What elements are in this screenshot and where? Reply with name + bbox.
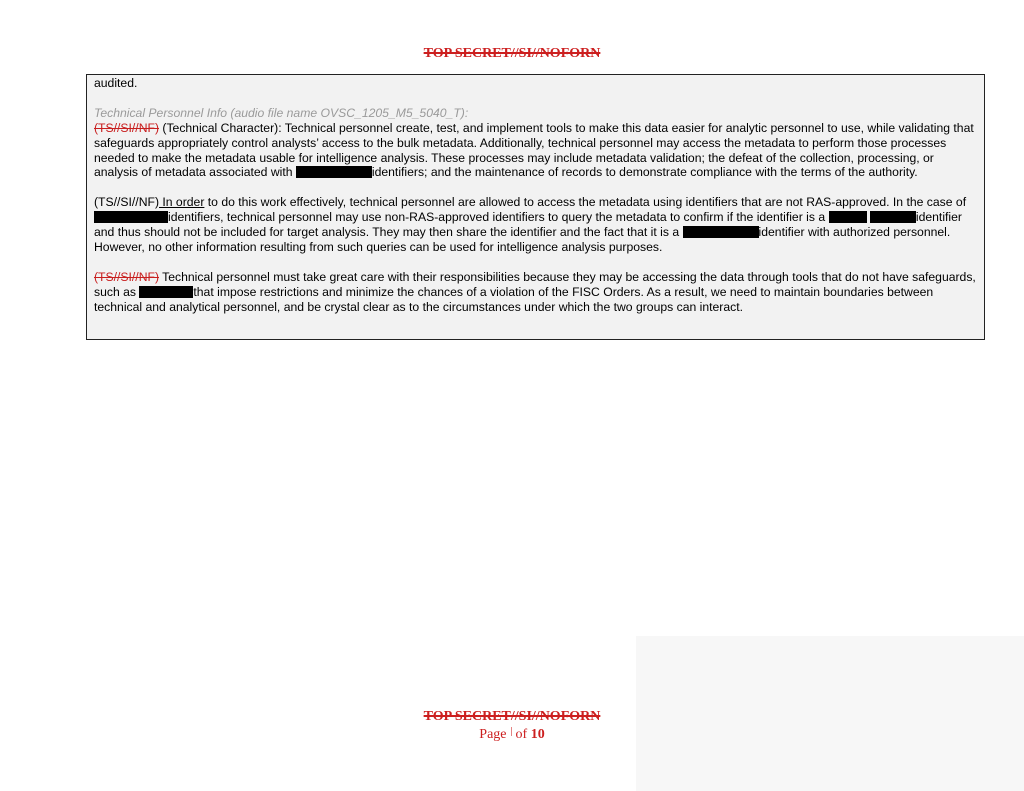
total-pages: 10 (530, 727, 545, 742)
speaker-label: Technical Personnel Info (audio file nam… (94, 105, 469, 120)
audited-line: audited. (94, 76, 138, 90)
classification-footer: TOP SECRET//SI//NOFORN (423, 709, 601, 724)
redaction-bar (295, 166, 372, 179)
redaction-bar (682, 226, 759, 239)
paragraph-2-text-b: identifiers, technical personnel may use… (168, 210, 829, 225)
paragraph-2-lead: In order (159, 195, 205, 210)
paragraph-1-text-b: identifiers; and the maintenance of reco… (371, 165, 918, 180)
paragraph-2: (TS//SI//NF) In order to do this work ef… (94, 195, 977, 255)
classification-marking: (TS//SI//NF) (94, 195, 159, 210)
page-field-cursor (510, 727, 512, 736)
classification-marking: (TS//SI//NF) (94, 120, 159, 135)
paragraph-1: (TS//SI//NF) (Technical Character): Tech… (94, 121, 977, 181)
redaction-bar (869, 211, 916, 224)
classification-marking: (TS//SI//NF) (94, 269, 159, 284)
paragraph-3: (TS//SI//NF) Technical personnel must ta… (94, 270, 977, 315)
transcript-box: audited. Technical Personnel Info (audio… (86, 74, 985, 340)
paragraph-3-text-b: that impose restrictions and minimize th… (94, 284, 934, 314)
redaction-bar (828, 211, 867, 224)
paragraph-2-text-a: to do this work effectively, technical p… (204, 195, 967, 210)
of-label: of (515, 727, 528, 742)
redaction-bar (139, 285, 194, 298)
page-number: Page of 10 (0, 727, 1024, 743)
classification-header: TOP SECRET//SI//NOFORN (423, 46, 601, 61)
redaction-bar (94, 211, 168, 224)
page-label: Page (479, 727, 507, 742)
